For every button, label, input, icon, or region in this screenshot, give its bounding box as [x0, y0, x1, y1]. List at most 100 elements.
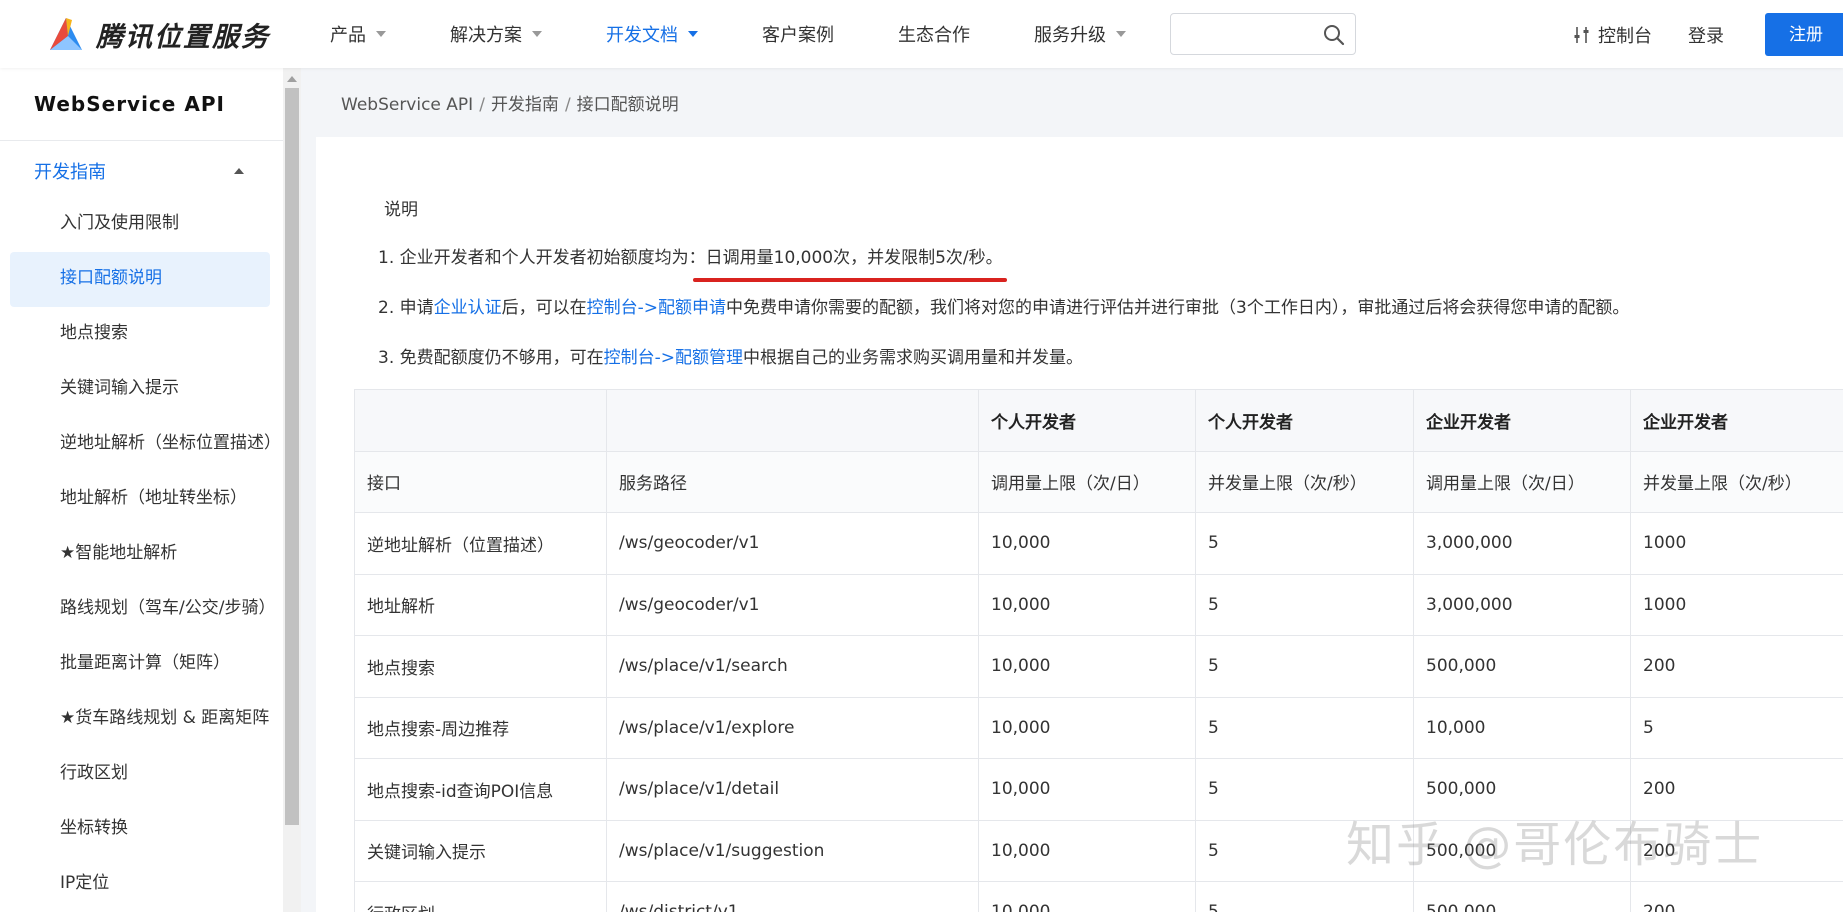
- sidebar-item-label: 接口配额说明: [60, 268, 162, 288]
- table-cell: /ws/place/v1/search: [606, 635, 979, 698]
- table-cell: 200: [1630, 881, 1843, 912]
- nav-cases-label: 客户案例: [762, 25, 834, 46]
- table-subheader-cell: 调用量上限（次/日）: [978, 450, 1196, 513]
- nav-ecosystem[interactable]: 生态合作: [898, 21, 970, 47]
- table-cell: 地点搜索-id查询POI信息: [354, 758, 607, 821]
- table-cell: 行政区划: [354, 881, 607, 912]
- sliders-icon: [1574, 27, 1589, 43]
- nav-ecosystem-label: 生态合作: [898, 25, 970, 46]
- sidebar-item-label: 逆地址解析（坐标位置描述）: [60, 433, 281, 453]
- sidebar-item[interactable]: 批量距离计算（矩阵）: [0, 636, 283, 691]
- sidebar-item-active[interactable]: 接口配额说明: [0, 251, 283, 307]
- breadcrumb-separator: /: [564, 95, 571, 115]
- nav-solutions-label: 解决方案: [450, 25, 522, 46]
- table-cell: /ws/place/v1/detail: [606, 758, 979, 821]
- search-input[interactable]: [1171, 14, 1311, 54]
- sidebar-item-label: 关键词输入提示: [60, 378, 179, 398]
- sidebar-item[interactable]: 行政区划: [0, 746, 283, 801]
- doc-sidebar: WebService API 开发指南 入门及使用限制 接口配额说明 地点搜索 …: [0, 68, 283, 912]
- sidebar-item-label: 行政区划: [60, 763, 128, 783]
- login-link[interactable]: 登录: [1688, 22, 1724, 48]
- enterprise-auth-link[interactable]: 企业认证: [434, 298, 502, 318]
- sidebar-item-label: 坐标转换: [60, 818, 128, 838]
- table-cell: /ws/place/v1/suggestion: [606, 819, 979, 882]
- paragraph-3: 3. 免费配额度仍不够用，可在控制台->配额管理中根据自己的业务需求购买调用量和…: [378, 343, 1083, 368]
- logo-icon: [50, 18, 82, 50]
- register-button[interactable]: 注册: [1765, 13, 1843, 56]
- breadcrumb-separator: /: [479, 95, 485, 115]
- table-cell: 5: [1195, 573, 1414, 636]
- scrollbar-thumb[interactable]: [285, 88, 299, 825]
- sidebar-list: 入门及使用限制 接口配额说明 地点搜索 关键词输入提示 逆地址解析（坐标位置描述…: [0, 196, 283, 911]
- search-icon[interactable]: [1323, 24, 1345, 46]
- nav-upgrade[interactable]: 服务升级: [1034, 21, 1126, 47]
- sidebar-title: WebService API: [34, 92, 225, 116]
- breadcrumb-item[interactable]: WebService API: [341, 95, 473, 115]
- quota-apply-link[interactable]: 控制台->配额申请: [587, 298, 726, 318]
- nav-cases[interactable]: 客户案例: [762, 21, 834, 47]
- sidebar-item[interactable]: 地点搜索: [0, 306, 283, 361]
- table-cell: 10,000: [978, 696, 1196, 759]
- table-cell: /ws/place/v1/explore: [606, 696, 979, 759]
- table-cell: 3,000,000: [1413, 512, 1631, 575]
- table-cell: 10,000: [978, 635, 1196, 698]
- nav-products[interactable]: 产品: [330, 21, 386, 47]
- table-cell: 10,000: [978, 758, 1196, 821]
- sidebar-item[interactable]: 关键词输入提示: [0, 361, 283, 416]
- scroll-up-arrow-icon[interactable]: [287, 76, 297, 82]
- table-cell: 10,000: [1413, 696, 1631, 759]
- table-group-header-row: 个人开发者 个人开发者 企业开发者 企业开发者: [354, 389, 1843, 452]
- sidebar-item[interactable]: 逆地址解析（坐标位置描述）: [0, 416, 283, 471]
- chevron-down-icon: [376, 31, 386, 37]
- sidebar-item-label: 地址解析（地址转坐标）: [60, 488, 247, 508]
- table-header-cell: 企业开发者: [1630, 389, 1843, 452]
- sidebar-item-label: IP定位: [60, 873, 110, 893]
- table-cell: 10,000: [978, 881, 1196, 912]
- sidebar-scrollbar[interactable]: [283, 68, 301, 912]
- breadcrumb-current: 接口配额说明: [576, 95, 679, 115]
- red-underline-annotation: [693, 278, 1007, 282]
- sidebar-item-label: ★货车路线规划 & 距离矩阵: [60, 708, 270, 728]
- table-cell: 5: [1195, 512, 1414, 575]
- sidebar-item[interactable]: 路线规划（驾车/公交/步骑）: [0, 581, 283, 636]
- logo-text: 腾讯位置服务: [96, 21, 270, 53]
- table-cell: 500,000: [1413, 881, 1631, 912]
- table-cell: 5: [1195, 696, 1414, 759]
- table-cell: 200: [1630, 635, 1843, 698]
- sidebar-item[interactable]: IP定位: [0, 856, 283, 911]
- sidebar-item[interactable]: 坐标转换: [0, 801, 283, 856]
- nav-solutions[interactable]: 解决方案: [450, 21, 542, 47]
- quota-manage-link[interactable]: 控制台->配额管理: [604, 348, 743, 368]
- paragraph-text: 2. 申请: [378, 298, 434, 318]
- sidebar-item[interactable]: 入门及使用限制: [0, 196, 283, 251]
- sidebar-item[interactable]: 地址解析（地址转坐标）: [0, 471, 283, 526]
- table-cell: /ws/geocoder/v1: [606, 512, 979, 575]
- sidebar-item-label: ★智能地址解析: [60, 543, 178, 563]
- sidebar-section-dev-guide[interactable]: 开发指南: [34, 156, 244, 186]
- logo[interactable]: 腾讯位置服务: [46, 14, 270, 54]
- table-subheader-cell: 并发量上限（次/秒）: [1195, 450, 1414, 513]
- table-cell: 1000: [1630, 573, 1843, 636]
- chevron-down-icon: [688, 31, 698, 37]
- table-cell: 1000: [1630, 512, 1843, 575]
- section-title: 说明: [384, 200, 418, 220]
- paragraph-text: 后，可以在: [501, 298, 587, 318]
- sidebar-item-label: 地点搜索: [60, 323, 128, 343]
- paragraph-text: 3. 免费配额度仍不够用，可在: [378, 348, 604, 368]
- table-cell: 5: [1195, 881, 1414, 912]
- top-header: 腾讯位置服务 产品 解决方案 开发文档 客户案例 生态合作 服务升级 控制台 登…: [0, 0, 1843, 68]
- sidebar-item-label: 入门及使用限制: [60, 213, 179, 233]
- table-subheader-cell: 调用量上限（次/日）: [1413, 450, 1631, 513]
- paragraph-text: 1. 企业开发者和个人开发者初始额度均为：: [378, 248, 706, 268]
- table-cell: 关键词输入提示: [354, 819, 607, 882]
- sidebar-item[interactable]: ★货车路线规划 & 距离矩阵: [0, 691, 283, 746]
- console-link[interactable]: 控制台: [1572, 22, 1652, 48]
- nav-docs[interactable]: 开发文档: [606, 21, 698, 47]
- table-row: 地点搜索/ws/place/v1/search 10,000 5 500,000 200: [354, 635, 1843, 698]
- table-cell: 逆地址解析（位置描述）: [354, 512, 607, 575]
- sidebar-item-label: 批量距离计算（矩阵）: [60, 653, 230, 673]
- table-cell: 5: [1630, 696, 1843, 759]
- paragraph-2: 2. 申请企业认证后，可以在控制台->配额申请中免费申请你需要的配额，我们将对您…: [378, 293, 1629, 318]
- sidebar-item[interactable]: ★智能地址解析: [0, 526, 283, 581]
- breadcrumb-item[interactable]: 开发指南: [491, 95, 559, 115]
